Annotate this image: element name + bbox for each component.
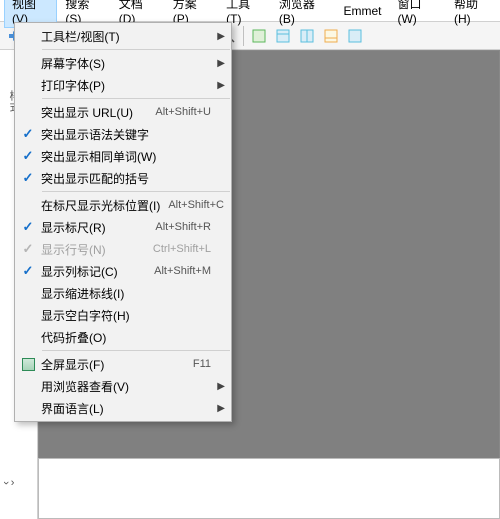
menu-item-0-0[interactable]: 工具栏/视图(T) ▶ <box>15 25 231 47</box>
menu-item-label: 显示行号(N) <box>41 241 145 258</box>
panel3-icon[interactable] <box>296 25 318 47</box>
menu-item-label: 突出显示语法关键字 <box>41 126 211 143</box>
output-panel <box>38 458 500 519</box>
chevron-right-icon: ▶ <box>217 58 225 69</box>
menu-item-shortcut: F11 <box>193 358 211 370</box>
menu-item-label: 代码折叠(O) <box>41 329 211 346</box>
menu-item-3-0[interactable]: 在标尺显示光标位置(I) Alt+Shift+C <box>15 194 231 216</box>
menu-item-3-6[interactable]: 代码折叠(O) <box>15 326 231 348</box>
menu-item-label: 全屏显示(F) <box>41 356 185 373</box>
menubar-item-7[interactable]: 窗口(W) <box>389 0 445 28</box>
panel4-icon[interactable] <box>320 25 342 47</box>
menu-item-4-0[interactable]: 全屏显示(F) F11 <box>15 353 231 375</box>
panel5-icon[interactable] <box>344 25 366 47</box>
menu-item-4-2[interactable]: 界面语言(L) ▶ <box>15 397 231 419</box>
menu-item-label: 突出显示匹配的括号 <box>41 170 211 187</box>
menu-item-3-1[interactable]: ✓显示标尺(R) Alt+Shift+R <box>15 216 231 238</box>
menu-separator <box>42 98 230 99</box>
menu-item-label: 屏幕字体(S) <box>41 55 211 72</box>
chevron-right-icon: ▶ <box>217 403 225 414</box>
menu-item-2-1[interactable]: ✓突出显示语法关键字 <box>15 123 231 145</box>
fullscreen-icon <box>15 358 41 371</box>
menu-item-label: 显示缩进标线(I) <box>41 285 211 302</box>
menu-item-2-2[interactable]: ✓突出显示相同单词(W) <box>15 145 231 167</box>
check-icon: ✓ <box>15 148 41 164</box>
menu-item-shortcut: Alt+Shift+R <box>155 221 211 233</box>
chevron-right-icon: ▶ <box>217 80 225 91</box>
toolbar-separator <box>243 26 244 46</box>
menu-item-2-0[interactable]: 突出显示 URL(U) Alt+Shift+U <box>15 101 231 123</box>
menu-separator <box>42 350 230 351</box>
menu-item-1-1[interactable]: 打印字体(P) ▶ <box>15 74 231 96</box>
menu-item-label: 突出显示相同单词(W) <box>41 148 211 165</box>
check-icon: ✓ <box>15 126 41 142</box>
menu-item-label: 显示列标记(C) <box>41 263 146 280</box>
menu-item-label: 显示标尺(R) <box>41 219 147 236</box>
menu-item-label: 在标尺显示光标位置(I) <box>41 197 160 214</box>
menubar-item-6[interactable]: Emmet <box>335 2 389 20</box>
menu-item-shortcut: Alt+Shift+U <box>155 106 211 118</box>
menu-separator <box>42 191 230 192</box>
menu-item-shortcut: Alt+Shift+M <box>154 265 211 277</box>
menu-item-3-2: ✓显示行号(N) Ctrl+Shift+L <box>15 238 231 260</box>
chevron-right-icon: ▶ <box>217 31 225 42</box>
menu-item-4-1[interactable]: 用浏览器查看(V) ▶ <box>15 375 231 397</box>
menubar-item-8[interactable]: 帮助(H) <box>446 0 500 28</box>
menu-item-label: 打印字体(P) <box>41 77 211 94</box>
menu-item-3-5[interactable]: 显示空白字符(H) <box>15 304 231 326</box>
menu-separator <box>42 49 230 50</box>
menu-item-label: 工具栏/视图(T) <box>41 28 211 45</box>
chevron-right-icon: ▶ <box>217 381 225 392</box>
menu-item-label: 界面语言(L) <box>41 400 211 417</box>
menu-item-label: 显示空白字符(H) <box>41 307 211 324</box>
sidebar-collapse-chevron[interactable]: › › <box>4 477 14 489</box>
menu-item-shortcut: Alt+Shift+C <box>168 199 224 211</box>
menu-item-label: 用浏览器查看(V) <box>41 378 211 395</box>
view-dropdown-menu: 工具栏/视图(T) ▶ 屏幕字体(S) ▶ 打印字体(P) ▶ 突出显示 URL(U) Alt… <box>14 22 232 422</box>
panel1-icon[interactable] <box>248 25 270 47</box>
menu-item-3-3[interactable]: ✓显示列标记(C) Alt+Shift+M <box>15 260 231 282</box>
menu-item-1-0[interactable]: 屏幕字体(S) ▶ <box>15 52 231 74</box>
menu-item-label: 突出显示 URL(U) <box>41 104 147 121</box>
menu-item-3-4[interactable]: 显示缩进标线(I) <box>15 282 231 304</box>
check-icon: ✓ <box>15 170 41 186</box>
menu-item-shortcut: Ctrl+Shift+L <box>153 243 211 255</box>
menu-item-2-3[interactable]: ✓突出显示匹配的括号 <box>15 167 231 189</box>
menubar: 视图(V)搜索(S)文档(D)方案(P)工具(T)浏览器(B)Emmet窗口(W… <box>0 0 500 22</box>
panel2-icon[interactable] <box>272 25 294 47</box>
check-icon: ✓ <box>15 219 41 235</box>
check-icon: ✓ <box>15 263 41 279</box>
check-icon: ✓ <box>15 241 41 257</box>
